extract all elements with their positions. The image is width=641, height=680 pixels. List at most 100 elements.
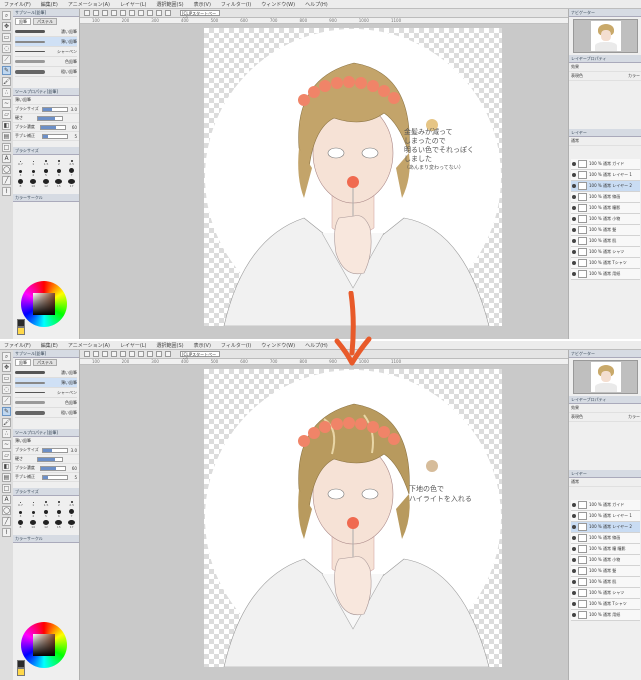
brush-item[interactable]: 粗い鉛筆 — [15, 408, 77, 418]
layer-item[interactable]: 100 % 通常 Tシャツ — [571, 599, 640, 610]
zoom-tool-icon[interactable]: ⌕ — [2, 352, 11, 361]
layer-item[interactable]: 100 % 通常 シャツ — [571, 247, 640, 258]
eye-icon[interactable] — [572, 613, 576, 617]
eye-icon[interactable] — [572, 525, 576, 529]
eye-icon[interactable] — [572, 503, 576, 507]
density-slider[interactable] — [40, 124, 67, 130]
menu-selection[interactable]: 選択範囲(S) — [157, 342, 184, 349]
shape-tool-icon[interactable]: □ — [2, 484, 11, 493]
menu-view[interactable]: 表示(V) — [194, 1, 211, 8]
eye-icon[interactable] — [572, 162, 576, 166]
layer-item[interactable]: 100 % 通常 用紙 — [571, 269, 640, 280]
hardness-slider[interactable] — [37, 115, 63, 121]
size-option[interactable]: 15 — [53, 520, 64, 529]
menu-file[interactable]: ファイル(F) — [4, 1, 31, 8]
undo-icon[interactable] — [111, 351, 117, 357]
layer-item[interactable]: 100 % 通常 髪 — [571, 566, 640, 577]
tab-pastel[interactable]: パステル — [33, 359, 57, 366]
display-color-select[interactable]: カラー — [628, 414, 640, 420]
correct-line-tool-icon[interactable]: ⌇ — [2, 187, 11, 196]
size-option[interactable]: 1.5 — [41, 498, 52, 507]
lasso-tool-icon[interactable]: ◌ — [2, 44, 11, 53]
canvas-area[interactable]: 下地の色で ハイライトを入れる — [80, 366, 568, 680]
size-option[interactable]: 12 — [41, 179, 52, 188]
new-file-icon[interactable] — [84, 351, 90, 357]
eye-icon[interactable] — [572, 580, 576, 584]
canvas[interactable]: 金髪みが減って しまったので 明るい色でそれっぽく しました （あんまり変わって… — [204, 28, 502, 327]
eye-icon[interactable] — [572, 547, 576, 551]
size-option[interactable]: 17 — [66, 520, 77, 529]
transform-icon[interactable] — [147, 351, 153, 357]
fill-tool-icon[interactable]: ◧ — [2, 121, 11, 130]
layer-item[interactable]: 100 % 通常 ガイド — [571, 159, 640, 170]
tab-pencil[interactable]: 鉛筆 — [15, 18, 31, 25]
new-file-icon[interactable] — [84, 10, 90, 16]
layer-item[interactable]: 100 % 通常 小物 — [571, 555, 640, 566]
eraser-tool-icon[interactable]: ▱ — [2, 110, 11, 119]
eye-icon[interactable] — [572, 536, 576, 540]
pencil-tool-icon[interactable]: ✎ — [2, 407, 11, 416]
layer-item[interactable]: 100 % 通常 レイヤー 2 — [571, 181, 640, 192]
brush-item[interactable]: 色鉛筆 — [15, 57, 77, 67]
eyedropper-tool-icon[interactable]: ⟋ — [2, 396, 11, 405]
menu-layer[interactable]: レイヤー(L) — [120, 342, 147, 349]
main-color-chip[interactable] — [17, 660, 25, 668]
size-option[interactable]: 15 — [53, 179, 64, 188]
move-tool-icon[interactable]: ✥ — [2, 363, 11, 372]
prop-row[interactable]: 手ブレ補正 5 — [13, 473, 79, 482]
density-slider[interactable] — [40, 465, 67, 471]
brush-size-slider[interactable] — [41, 106, 68, 112]
balloon-tool-icon[interactable]: ◯ — [2, 506, 11, 515]
navigator-preview[interactable] — [573, 360, 638, 394]
saturation-square[interactable] — [33, 293, 55, 315]
start-page-select[interactable]: [CLIPスタートページ] — [180, 10, 220, 21]
layer-item[interactable]: 100 % 通常 シャツ — [571, 588, 640, 599]
eye-icon[interactable] — [572, 514, 576, 518]
sub-color-chip[interactable] — [17, 668, 25, 676]
blend-mode-select[interactable]: 通常 — [571, 138, 579, 144]
text-tool-icon[interactable]: A — [2, 495, 11, 504]
ruler-tool-icon[interactable]: ╱ — [2, 176, 11, 185]
layer-item[interactable]: 100 % 通常 レイヤー 2 — [571, 522, 640, 533]
fill-icon[interactable] — [138, 351, 144, 357]
transform-icon[interactable] — [147, 10, 153, 16]
menu-filter[interactable]: フィルター(I) — [221, 1, 251, 8]
size-option[interactable]: 4 — [28, 509, 39, 518]
start-page-select[interactable]: [CLIPスタートページ] — [180, 351, 220, 362]
stabilization-slider[interactable] — [41, 474, 68, 480]
undo-icon[interactable] — [111, 10, 117, 16]
size-option[interactable]: 1 — [28, 157, 39, 166]
size-option[interactable]: 2 — [53, 498, 64, 507]
menu-animation[interactable]: アニメーション(A) — [68, 1, 110, 8]
stabilization-slider[interactable] — [41, 133, 68, 139]
canvas-area[interactable]: 金髪みが減って しまったので 明るい色でそれっぽく しました （あんまり変わって… — [80, 25, 568, 339]
gradient-tool-icon[interactable]: ▤ — [2, 473, 11, 482]
size-option[interactable]: 8 — [15, 520, 26, 529]
size-option[interactable]: 3 — [15, 509, 26, 518]
brush-tool-icon[interactable]: 🖌 — [2, 77, 11, 86]
eye-icon[interactable] — [572, 558, 576, 562]
tab-pencil[interactable]: 鉛筆 — [15, 359, 31, 366]
menu-animation[interactable]: アニメーション(A) — [68, 342, 110, 349]
open-file-icon[interactable] — [93, 10, 99, 16]
layer-item[interactable]: 100 % 通常 ガイド — [571, 500, 640, 511]
blend-tool-icon[interactable]: ~ — [2, 440, 11, 449]
invert-icon[interactable] — [165, 351, 171, 357]
prop-row[interactable]: 硬さ — [13, 455, 79, 464]
move-tool-icon[interactable]: ✥ — [2, 22, 11, 31]
correct-line-tool-icon[interactable]: ⌇ — [2, 528, 11, 537]
size-option[interactable]: 10 — [28, 520, 39, 529]
brush-tool-icon[interactable]: 🖌 — [2, 418, 11, 427]
redo-icon[interactable] — [120, 351, 126, 357]
deselect-icon[interactable] — [156, 10, 162, 16]
layer-item[interactable]: 100 % 通常 髪 — [571, 225, 640, 236]
size-option[interactable]: 10 — [28, 179, 39, 188]
gradient-tool-icon[interactable]: ▤ — [2, 132, 11, 141]
brush-item[interactable]: 濃い鉛筆 — [15, 368, 77, 378]
eye-icon[interactable] — [572, 184, 576, 188]
eye-icon[interactable] — [572, 239, 576, 243]
zoom-tool-icon[interactable]: ⌕ — [2, 11, 11, 20]
layer-item[interactable]: 100 % 通常 肌 — [571, 577, 640, 588]
brush-item[interactable]: 粗い鉛筆 — [15, 67, 77, 77]
eye-icon[interactable] — [572, 217, 576, 221]
